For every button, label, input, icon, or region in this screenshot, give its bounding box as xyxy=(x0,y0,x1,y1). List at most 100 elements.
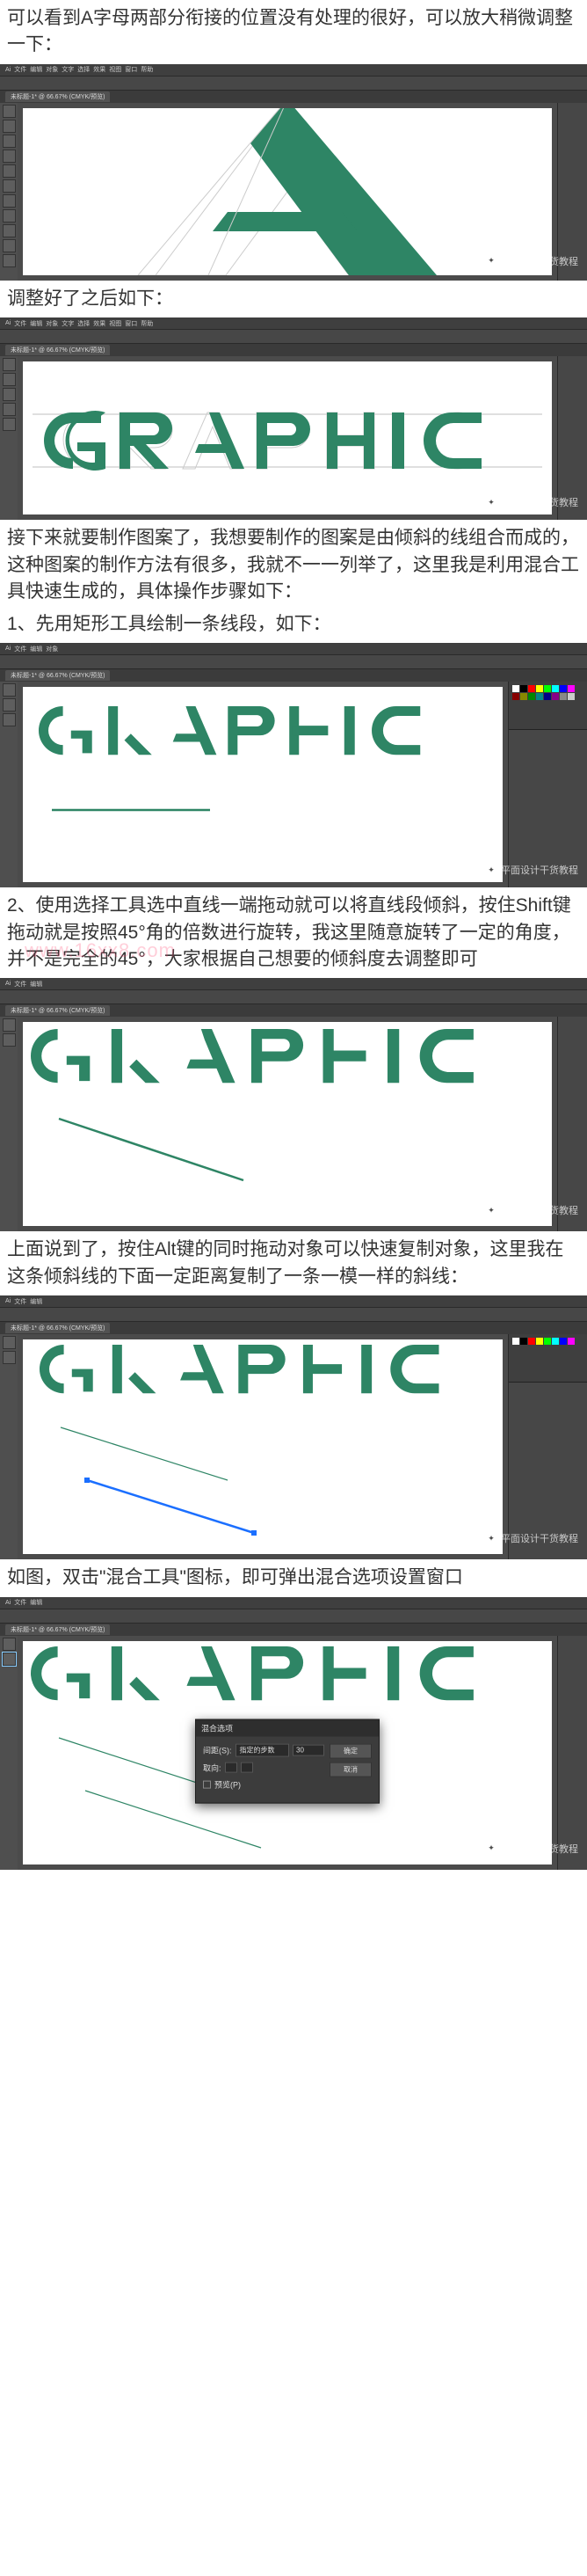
tool-direct[interactable] xyxy=(3,373,16,386)
menu-window[interactable]: 窗口 xyxy=(125,319,137,328)
tool-selection[interactable] xyxy=(3,1638,16,1651)
tool-direct[interactable] xyxy=(3,1351,16,1364)
tool-rect[interactable] xyxy=(3,698,16,712)
swatches-panel[interactable] xyxy=(509,682,587,730)
ok-button[interactable]: 确定 xyxy=(330,1743,372,1758)
tool-pencil[interactable] xyxy=(3,209,16,223)
ai-menubar[interactable]: Ai 文件 编辑 xyxy=(0,1295,587,1308)
ai-property-bar[interactable] xyxy=(0,1609,587,1624)
ai-property-bar[interactable] xyxy=(0,1308,587,1322)
menu-effect[interactable]: 效果 xyxy=(93,319,105,328)
tool-blend[interactable] xyxy=(3,1653,16,1666)
ai-tools-panel[interactable] xyxy=(0,103,18,281)
doc-tab[interactable]: 未标题-1* @ 66.67% (CMYK/预览) xyxy=(5,1323,110,1333)
orient-align-path[interactable] xyxy=(241,1762,253,1773)
menu-select[interactable]: 选择 xyxy=(77,319,90,328)
menu-type[interactable]: 文字 xyxy=(62,65,74,74)
ai-tools-panel[interactable] xyxy=(0,682,18,887)
doc-tab[interactable]: 未标题-1* @ 66.67% (CMYK/预览) xyxy=(5,1005,110,1016)
tool-type[interactable] xyxy=(3,150,16,163)
ai-tabbar[interactable]: 未标题-1* @ 66.67% (CMYK/预览) xyxy=(0,669,587,682)
ai-tabbar[interactable]: 未标题-1* @ 66.67% (CMYK/预览) xyxy=(0,1322,587,1334)
ai-canvas[interactable] xyxy=(23,687,503,882)
menu-effect[interactable]: 效果 xyxy=(93,65,105,74)
ai-canvas[interactable] xyxy=(23,361,552,514)
tool-selection[interactable] xyxy=(3,105,16,118)
ai-tools-panel[interactable] xyxy=(0,1017,18,1231)
menu-window[interactable]: 窗口 xyxy=(125,65,137,74)
ai-canvas[interactable] xyxy=(23,1339,503,1554)
steps-input[interactable]: 30 xyxy=(293,1744,324,1755)
tool-selection[interactable] xyxy=(3,683,16,697)
ai-tools-panel[interactable] xyxy=(0,1334,18,1559)
tool-selection[interactable] xyxy=(3,358,16,371)
cancel-button[interactable]: 取消 xyxy=(330,1762,372,1777)
menu-edit[interactable]: 编辑 xyxy=(30,645,42,653)
menu-select[interactable]: 选择 xyxy=(77,65,90,74)
tool-line[interactable] xyxy=(3,164,16,178)
doc-tab[interactable]: 未标题-1* @ 66.67% (CMYK/预览) xyxy=(5,1624,110,1635)
menu-file[interactable]: 文件 xyxy=(14,645,26,653)
ai-canvas[interactable] xyxy=(23,1022,552,1226)
tool-scale[interactable] xyxy=(3,239,16,252)
ai-canvas[interactable] xyxy=(23,108,552,275)
menu-type[interactable]: 文字 xyxy=(62,319,74,328)
menu-file[interactable]: 文件 xyxy=(14,65,26,74)
doc-tab[interactable]: 未标题-1* @ 66.67% (CMYK/预览) xyxy=(5,345,110,355)
ai-right-panel-wide[interactable] xyxy=(508,682,587,887)
menu-file[interactable]: 文件 xyxy=(14,980,26,989)
tool-selection[interactable] xyxy=(3,1018,16,1032)
menu-edit[interactable]: 编辑 xyxy=(30,1598,42,1607)
menu-view[interactable]: 视图 xyxy=(109,65,121,74)
ai-right-panel[interactable] xyxy=(557,1636,587,1870)
menu-file[interactable]: 文件 xyxy=(14,1598,26,1607)
menu-file[interactable]: 文件 xyxy=(14,319,26,328)
ai-tabbar[interactable]: 未标题-1* @ 66.67% (CMYK/预览) xyxy=(0,1624,587,1636)
tool-direct[interactable] xyxy=(3,120,16,133)
tool-pen[interactable] xyxy=(3,388,16,401)
ai-menubar[interactable]: Ai 文件 编辑 对象 xyxy=(0,643,587,655)
tool-rect[interactable] xyxy=(3,179,16,193)
spacing-select[interactable]: 指定的步数 xyxy=(236,1743,290,1756)
tool-selection[interactable] xyxy=(3,1336,16,1349)
menu-file[interactable]: 文件 xyxy=(14,1297,26,1306)
menu-view[interactable]: 视图 xyxy=(109,319,121,328)
tool-line[interactable] xyxy=(3,713,16,726)
ai-tools-panel[interactable] xyxy=(0,356,18,520)
menu-edit[interactable]: 编辑 xyxy=(30,65,42,74)
orient-align-page[interactable] xyxy=(225,1762,237,1773)
doc-tab[interactable]: 未标题-1* @ 66.67% (CMYK/预览) xyxy=(5,91,110,102)
menu-help[interactable]: 帮助 xyxy=(141,319,153,328)
blend-options-dialog[interactable]: 混合选项 间距(S): 指定的步数 30 取向: xyxy=(195,1719,380,1803)
tool-blend[interactable] xyxy=(3,254,16,267)
preview-checkbox[interactable] xyxy=(203,1780,211,1788)
ai-right-panel[interactable] xyxy=(557,1017,587,1231)
menu-edit[interactable]: 编辑 xyxy=(30,1297,42,1306)
menu-edit[interactable]: 编辑 xyxy=(30,319,42,328)
ai-menubar[interactable]: Ai 文件 编辑 对象 文字 选择 效果 视图 窗口 帮助 xyxy=(0,317,587,330)
tool-pen[interactable] xyxy=(3,135,16,148)
menu-object[interactable]: 对象 xyxy=(46,319,58,328)
tool-rect[interactable] xyxy=(3,418,16,431)
doc-tab[interactable]: 未标题-1* @ 66.67% (CMYK/预览) xyxy=(5,670,110,681)
ai-menubar[interactable]: Ai 文件 编辑 对象 文字 选择 效果 视图 窗口 帮助 xyxy=(0,64,587,77)
swatches-panel[interactable] xyxy=(509,1334,587,1383)
tool-brush[interactable] xyxy=(3,194,16,208)
ai-property-bar[interactable] xyxy=(0,330,587,344)
tool-type[interactable] xyxy=(3,403,16,416)
ai-canvas[interactable]: 混合选项 间距(S): 指定的步数 30 取向: xyxy=(23,1641,552,1864)
ai-property-bar[interactable] xyxy=(0,655,587,669)
ai-menubar[interactable]: Ai 文件 编辑 xyxy=(0,978,587,990)
ai-tabbar[interactable]: 未标题-1* @ 66.67% (CMYK/预览) xyxy=(0,1004,587,1017)
menu-edit[interactable]: 编辑 xyxy=(30,980,42,989)
ai-menubar[interactable]: Ai 文件 编辑 xyxy=(0,1597,587,1609)
ai-tabbar[interactable]: 未标题-1* @ 66.67% (CMYK/预览) xyxy=(0,91,587,103)
tool-direct[interactable] xyxy=(3,1033,16,1047)
ai-property-bar[interactable] xyxy=(0,77,587,91)
menu-object[interactable]: 对象 xyxy=(46,65,58,74)
ai-property-bar[interactable] xyxy=(0,990,587,1004)
ai-tools-panel[interactable] xyxy=(0,1636,18,1870)
ai-right-panel-wide[interactable] xyxy=(508,1334,587,1559)
tool-rotate[interactable] xyxy=(3,224,16,237)
menu-object[interactable]: 对象 xyxy=(46,645,58,653)
